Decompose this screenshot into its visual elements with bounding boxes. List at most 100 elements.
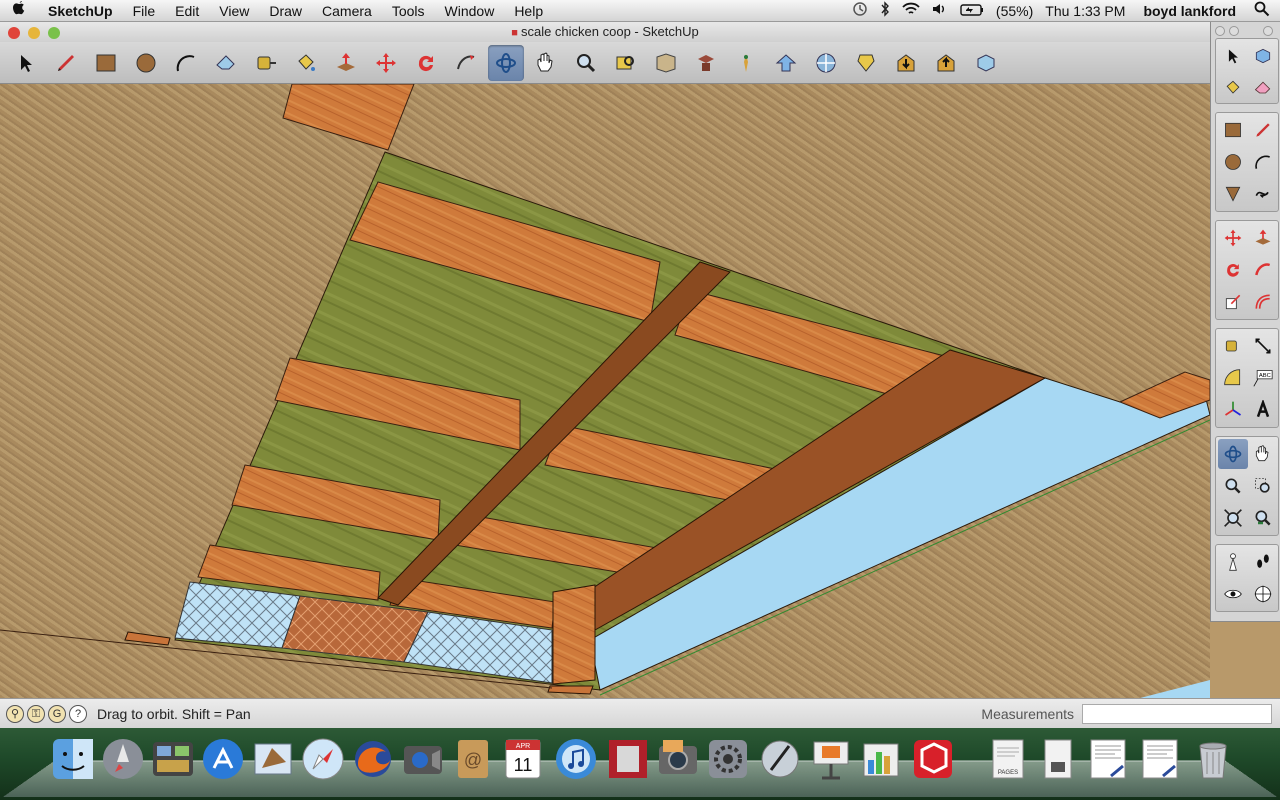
sign-in-icon[interactable]: G <box>48 704 66 723</box>
battery-icon[interactable] <box>960 3 984 19</box>
position-camera-icon[interactable] <box>1218 547 1248 577</box>
numbers-icon[interactable] <box>858 736 904 782</box>
close-window-button[interactable] <box>8 27 20 39</box>
zoom-extents-icon[interactable] <box>648 45 684 81</box>
geo-location-icon[interactable]: ⚲ <box>6 704 24 723</box>
share-model-icon[interactable] <box>928 45 964 81</box>
text-document-2-icon[interactable] <box>1137 736 1183 782</box>
zoom-icon[interactable] <box>1218 471 1248 501</box>
launchpad-icon[interactable] <box>100 736 146 782</box>
time-machine-icon[interactable] <box>852 1 868 20</box>
keynote-icon[interactable] <box>808 736 854 782</box>
dimension-icon[interactable] <box>1248 331 1278 361</box>
zoom-icon[interactable] <box>568 45 604 81</box>
top-board[interactable] <box>282 84 415 151</box>
offset-icon[interactable] <box>1248 287 1278 317</box>
menu-app-name[interactable]: SketchUp <box>38 0 123 22</box>
rectangle-icon[interactable] <box>88 45 124 81</box>
minimize-window-button[interactable] <box>28 27 40 39</box>
walk-icon[interactable] <box>1248 547 1278 577</box>
rotate-icon[interactable] <box>1218 255 1248 285</box>
itunes-icon[interactable] <box>553 736 599 782</box>
tape-measure-icon[interactable] <box>1218 331 1248 361</box>
spotlight-icon[interactable] <box>1254 1 1270 20</box>
follow-me-icon[interactable] <box>1248 255 1278 285</box>
3d-text-icon[interactable] <box>1248 395 1278 425</box>
trash-icon[interactable] <box>1190 736 1236 782</box>
zoom-extents-icon[interactable] <box>1218 503 1248 533</box>
position-camera-icon[interactable] <box>768 45 804 81</box>
palette-minimize-button[interactable] <box>1229 26 1239 36</box>
tape-measure-icon[interactable] <box>248 45 284 81</box>
freehand-icon[interactable] <box>1248 179 1278 209</box>
palette-close-button[interactable] <box>1215 26 1225 36</box>
sketchup-icon[interactable] <box>910 736 956 782</box>
zoom-window-button[interactable] <box>48 27 60 39</box>
palette-zoom-button[interactable] <box>1263 26 1273 36</box>
text-icon[interactable]: ABC <box>1248 363 1278 393</box>
facetime-icon[interactable] <box>400 736 446 782</box>
menu-draw[interactable]: Draw <box>259 0 312 22</box>
menu-view[interactable]: View <box>209 0 259 22</box>
script-editor-icon[interactable] <box>757 736 803 782</box>
pages-icon[interactable]: PAGES <box>985 736 1031 782</box>
eraser-icon[interactable] <box>208 45 244 81</box>
circle-icon[interactable] <box>1218 147 1248 177</box>
pan-icon[interactable] <box>1248 439 1278 469</box>
app-store-icon[interactable] <box>200 736 246 782</box>
orbit-icon[interactable] <box>488 44 524 81</box>
protractor-icon[interactable] <box>1218 363 1248 393</box>
menubar-clock[interactable]: Thu 1:33 PM <box>1045 3 1125 19</box>
paint-bucket-icon[interactable] <box>1218 73 1248 103</box>
circle-icon[interactable] <box>128 45 164 81</box>
look-around-icon[interactable] <box>1218 579 1248 609</box>
previous-view-icon[interactable] <box>688 45 724 81</box>
polygon-icon[interactable] <box>1218 179 1248 209</box>
menu-edit[interactable]: Edit <box>165 0 209 22</box>
push-pull-icon[interactable] <box>328 45 364 81</box>
look-around-icon[interactable] <box>848 45 884 81</box>
ical-icon[interactable]: APR 11 <box>500 736 546 782</box>
rotate-icon[interactable] <box>408 45 444 81</box>
menu-window[interactable]: Window <box>435 0 505 22</box>
safari-icon[interactable] <box>300 736 346 782</box>
menu-help[interactable]: Help <box>504 0 553 22</box>
get-models-icon[interactable] <box>888 45 924 81</box>
apple-icon[interactable] <box>0 0 38 21</box>
document-icon[interactable] <box>1035 736 1081 782</box>
wifi-icon[interactable] <box>902 2 920 19</box>
menu-file[interactable]: File <box>123 0 166 22</box>
pencil-icon[interactable] <box>1248 115 1278 145</box>
volume-icon[interactable] <box>932 2 948 19</box>
follow-me-icon[interactable] <box>448 45 484 81</box>
pencil-icon[interactable] <box>48 45 84 81</box>
model-viewport[interactable] <box>0 84 1210 698</box>
paint-bucket-icon[interactable] <box>288 45 324 81</box>
eraser-icon[interactable] <box>1248 73 1278 103</box>
text-document-icon[interactable] <box>1085 736 1131 782</box>
photo-booth-icon[interactable] <box>605 736 651 782</box>
iphoto-icon[interactable] <box>655 736 701 782</box>
orbit-icon[interactable] <box>1218 439 1248 469</box>
previous-view-icon[interactable] <box>1248 503 1278 533</box>
walk-icon[interactable] <box>808 45 844 81</box>
move-icon[interactable] <box>1218 223 1248 253</box>
help-icon[interactable]: ? <box>69 704 87 723</box>
make-component-icon[interactable] <box>1248 41 1278 71</box>
mission-control-icon[interactable] <box>150 736 196 782</box>
pan-icon[interactable] <box>528 45 564 81</box>
system-preferences-icon[interactable] <box>705 736 751 782</box>
component-icon[interactable] <box>968 45 1004 81</box>
rectangle-icon[interactable] <box>1218 115 1248 145</box>
corner-post[interactable] <box>552 584 596 685</box>
section-plane-icon[interactable] <box>1248 579 1278 609</box>
credits-icon[interactable]: ⚿ <box>27 704 45 723</box>
zoom-window-icon[interactable] <box>1248 471 1278 501</box>
bluetooth-icon[interactable] <box>880 1 890 20</box>
select-icon[interactable] <box>1218 41 1248 71</box>
mail-icon[interactable] <box>250 736 296 782</box>
chicken-coop-model[interactable] <box>0 84 1210 698</box>
scale-icon[interactable] <box>1218 287 1248 317</box>
menu-camera[interactable]: Camera <box>312 0 382 22</box>
axes-icon[interactable] <box>1218 395 1248 425</box>
